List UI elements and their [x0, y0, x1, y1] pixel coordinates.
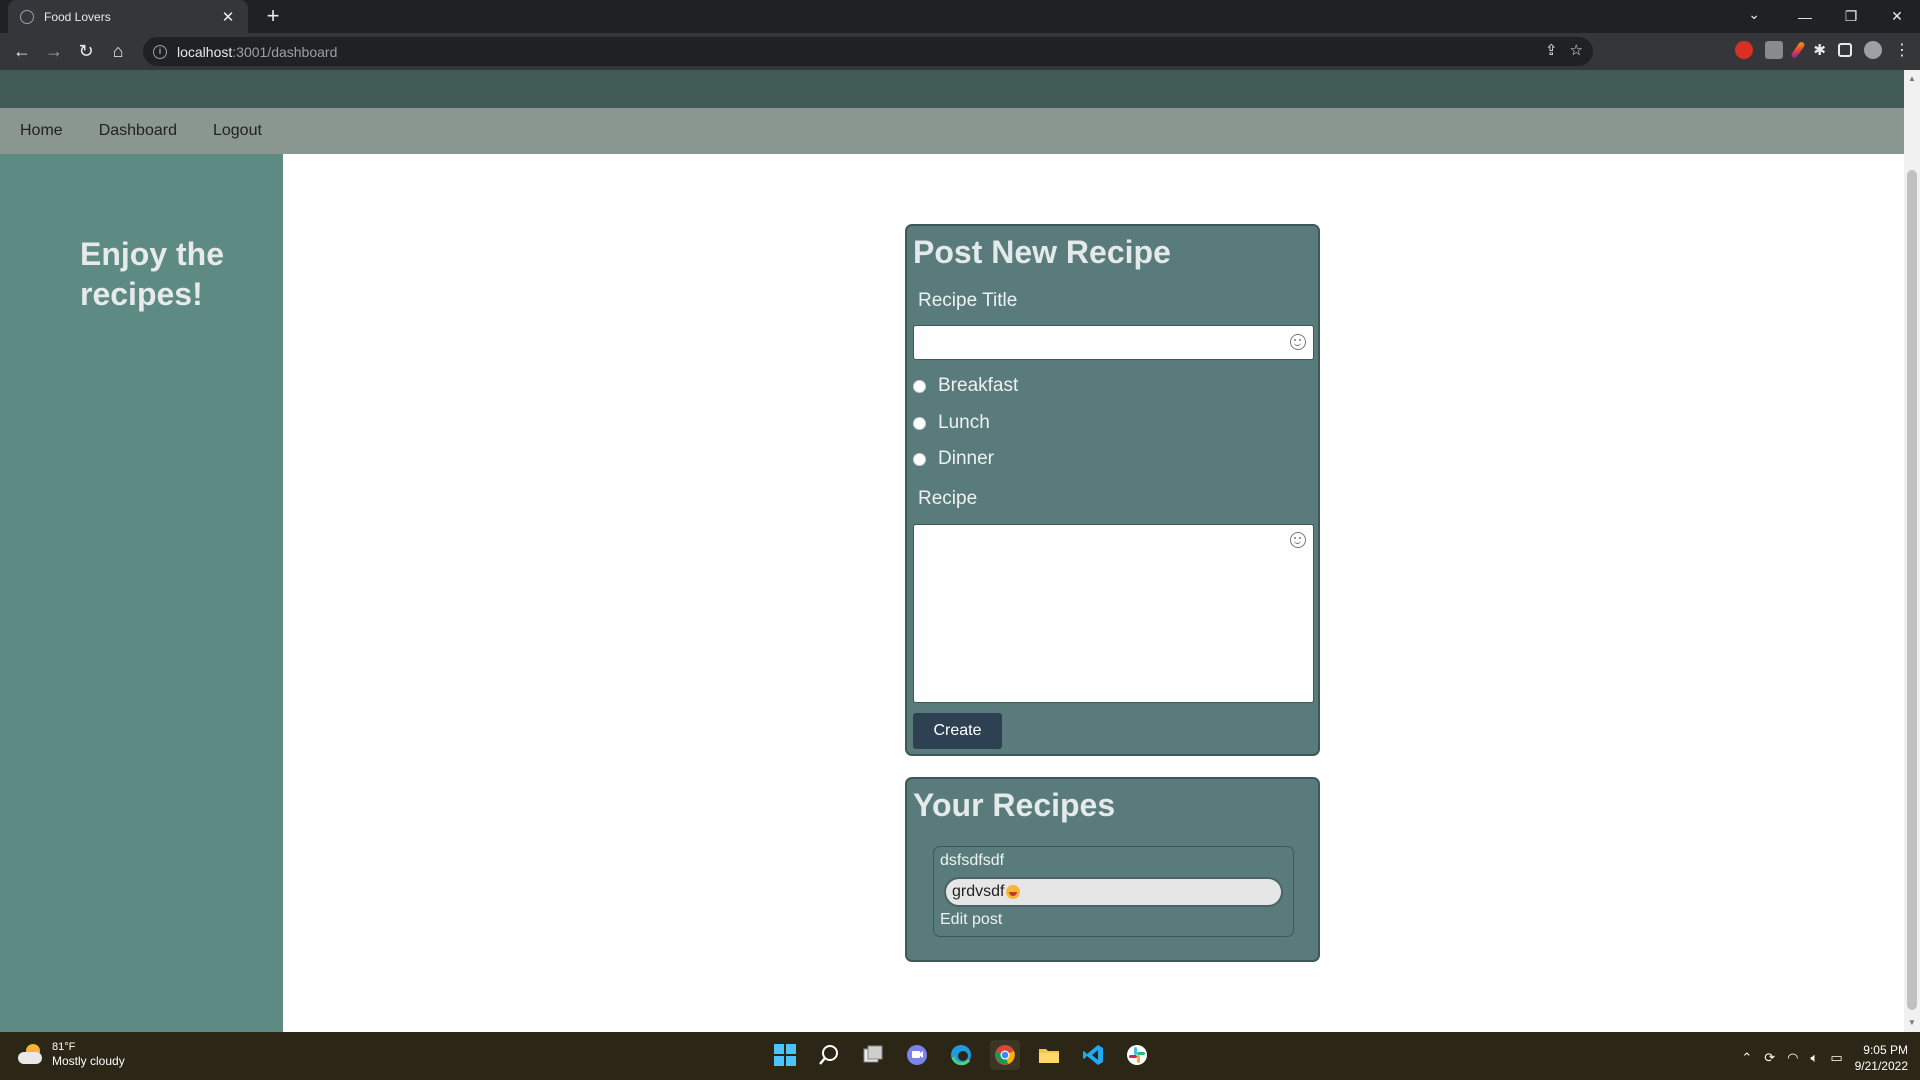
edge-browser-icon[interactable] [946, 1040, 976, 1070]
vscode-icon[interactable] [1078, 1040, 1108, 1070]
weather-temperature: 81°F [52, 1041, 76, 1053]
windows-start-icon[interactable] [770, 1040, 800, 1070]
your-recipes-heading: Your Recipes [913, 787, 1116, 823]
window-controls: — ❐ ✕ [1782, 0, 1920, 33]
hero-band [0, 70, 1904, 108]
home-icon[interactable]: ⌂ [102, 41, 134, 62]
new-recipe-form: Post New Recipe Recipe Title Breakfast L… [905, 224, 1320, 756]
radio-button[interactable] [913, 452, 926, 466]
globe-icon [20, 9, 34, 24]
volume-icon[interactable]: 🔈︎ [1811, 1050, 1819, 1066]
clock[interactable]: 9:05 PM 9/21/2022 [1855, 1042, 1908, 1074]
forward-arrow-icon[interactable]: → [38, 41, 70, 62]
nav-logout-link[interactable]: Logout [213, 122, 262, 140]
wifi-icon[interactable]: ◠ [1787, 1050, 1798, 1066]
scroll-thumb[interactable] [1907, 170, 1917, 1010]
chrome-browser-icon[interactable] [990, 1040, 1020, 1070]
close-window-icon[interactable]: ✕ [1874, 8, 1920, 25]
scroll-down-arrow-icon[interactable]: ▼ [1908, 1018, 1916, 1027]
browser-toolbar: ← → ↻ ⌂ i localhost :3001/dashboard ⇪ ☆ [0, 33, 1920, 70]
radio-button[interactable] [913, 416, 926, 430]
recipe-body-label: Recipe [918, 488, 978, 509]
sidebar: Enjoy the recipes! [0, 154, 283, 1032]
task-view-icon[interactable] [858, 1040, 888, 1070]
back-arrow-icon[interactable]: ← [6, 41, 38, 62]
teams-chat-icon[interactable] [902, 1040, 932, 1070]
share-icon[interactable]: ⇪ [1545, 41, 1558, 59]
radio-label: Lunch [938, 412, 990, 433]
side-panel-icon[interactable] [1838, 43, 1852, 57]
close-tab-icon[interactable]: ✕ [220, 8, 236, 26]
radio-label: Breakfast [938, 375, 1019, 396]
clock-date: 9/21/2022 [1854, 1059, 1908, 1073]
taskbar-apps [770, 1040, 1152, 1070]
recipe-title: dsfsdfsdf [940, 852, 1005, 869]
weather-description: Mostly cloudy [52, 1054, 125, 1068]
recipe-body-text: grdvsdf [952, 883, 1005, 900]
nav-home-link[interactable]: Home [20, 122, 63, 140]
address-bar[interactable]: i localhost :3001/dashboard ⇪ ☆ [143, 37, 1593, 66]
emoji-picker-icon[interactable] [1290, 334, 1306, 350]
recipe-body: grdvsdf [944, 877, 1283, 907]
clock-time: 9:05 PM [1863, 1043, 1908, 1057]
site-navbar: Home Dashboard Logout [0, 108, 1904, 154]
pen-extension-icon[interactable] [1790, 40, 1807, 60]
browser-tab-bar: Food Lovers ✕ + ⌄ — ❐ ✕ [0, 0, 1920, 33]
profile-avatar[interactable] [1864, 41, 1882, 59]
create-button[interactable]: Create [913, 713, 1002, 749]
laughing-emoji-icon [1006, 885, 1021, 899]
puzzle-extensions-icon[interactable]: ✱ [1813, 41, 1826, 59]
search-icon[interactable] [814, 1040, 844, 1070]
meal-option-breakfast[interactable]: Breakfast [913, 375, 1018, 397]
restore-icon[interactable]: ❐ [1828, 8, 1874, 25]
page: Home Dashboard Logout Enjoy the recipes!… [0, 70, 1904, 1032]
recipe-body-textarea[interactable] [913, 524, 1314, 703]
url-path: :3001/dashboard [232, 43, 338, 60]
omnibox-actions: ⇪ ☆ [1545, 41, 1583, 59]
edit-post-link[interactable]: Edit post [940, 911, 1002, 929]
adblock-extension-icon[interactable] [1735, 41, 1754, 59]
emoji-picker-icon[interactable] [1290, 532, 1306, 548]
minimize-icon[interactable]: — [1782, 9, 1828, 25]
meal-option-lunch[interactable]: Lunch [913, 412, 990, 434]
tab-title: Food Lovers [44, 9, 111, 24]
bookmark-star-icon[interactable]: ☆ [1570, 41, 1583, 59]
extension-icon[interactable] [1765, 41, 1784, 59]
recipe-title-input[interactable] [913, 325, 1314, 360]
sync-icon[interactable]: ⟳ [1764, 1050, 1775, 1066]
extension-icons: ✱ ⋮ [1735, 40, 1910, 60]
browser-tab[interactable]: Food Lovers ✕ [8, 0, 248, 33]
your-recipes-section: Your Recipes dsfsdfsdf grdvsdf Edit post [905, 777, 1320, 962]
radio-label: Dinner [938, 448, 994, 469]
reload-icon[interactable]: ↻ [70, 41, 102, 62]
page-scrollbar[interactable]: ▲ ▼ [1904, 70, 1920, 1032]
recipe-card: dsfsdfsdf grdvsdf Edit post [933, 846, 1294, 937]
slack-icon[interactable] [1122, 1040, 1152, 1070]
partly-cloudy-icon [18, 1043, 44, 1066]
radio-button[interactable] [913, 379, 926, 393]
chevron-up-icon[interactable]: ⌃ [1741, 1050, 1752, 1066]
info-icon[interactable]: i [153, 44, 167, 59]
new-tab-button[interactable]: + [260, 4, 286, 30]
url-host: localhost [177, 43, 233, 60]
sidebar-tagline: Enjoy the recipes! [80, 236, 225, 312]
system-tray: ⌃ ⟳ ◠ 🔈︎ ▭ 9:05 PM 9/21/2022 [1741, 1042, 1908, 1074]
nav-dashboard-link[interactable]: Dashboard [99, 122, 177, 140]
form-heading: Post New Recipe [913, 234, 1171, 270]
battery-icon[interactable]: ▭ [1830, 1050, 1842, 1066]
scroll-up-arrow-icon[interactable]: ▲ [1908, 74, 1916, 83]
windows-taskbar: 81°F Mostly cloudy ⌃ ⟳ ◠ 🔈︎ ▭ 9:05 PM 9/… [0, 1032, 1920, 1080]
tab-search-icon[interactable]: ⌄ [1748, 6, 1760, 23]
menu-kebab-icon[interactable]: ⋮ [1894, 40, 1910, 60]
meal-option-dinner[interactable]: Dinner [913, 448, 994, 470]
recipe-title-label: Recipe Title [918, 290, 1018, 311]
file-explorer-icon[interactable] [1034, 1040, 1064, 1070]
weather-widget[interactable]: 81°F Mostly cloudy [18, 1040, 125, 1069]
